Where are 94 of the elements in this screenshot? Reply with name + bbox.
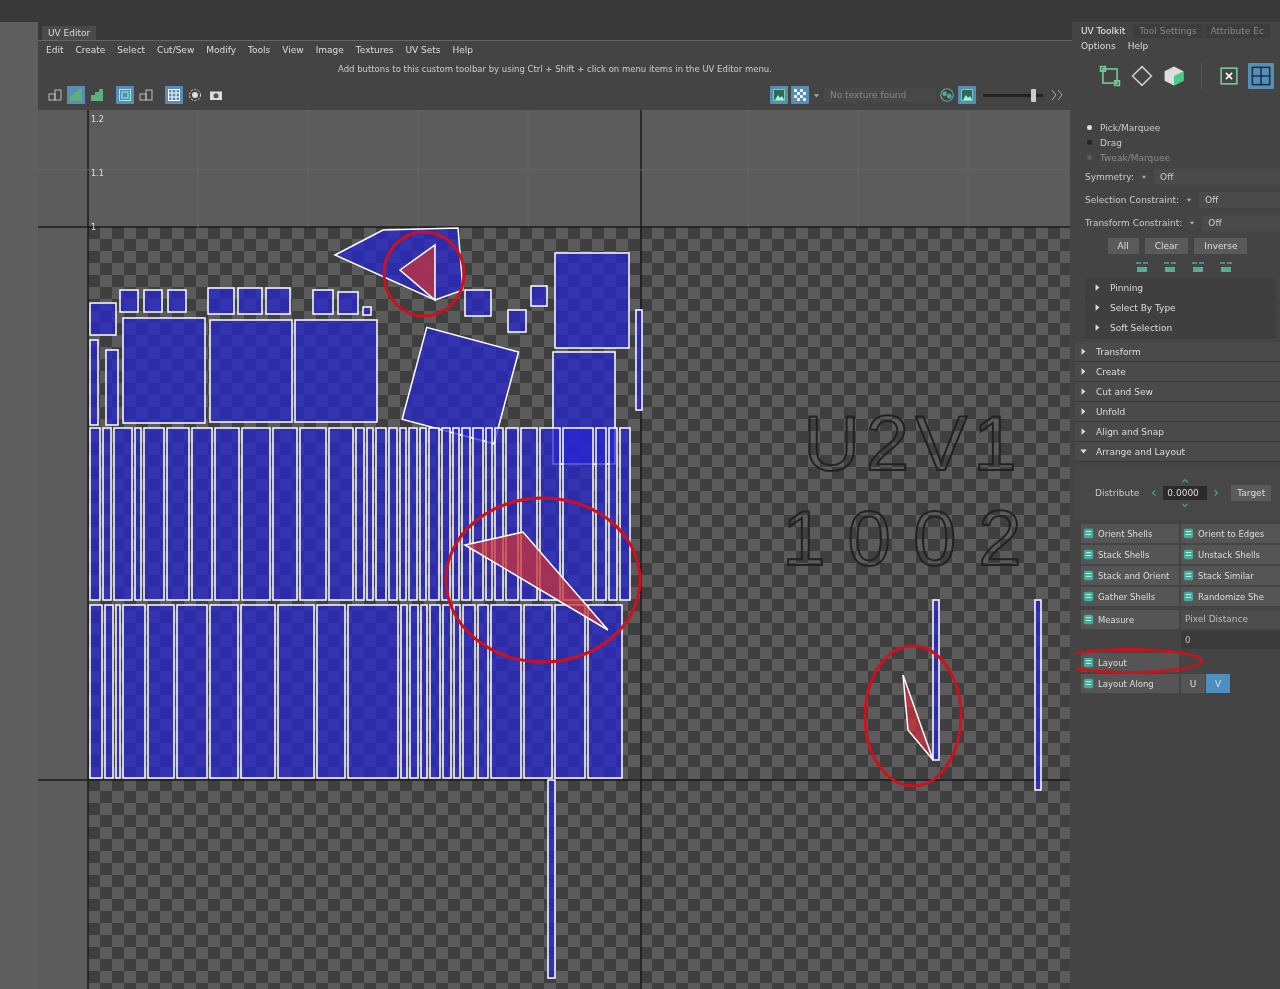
section-header[interactable]: Align and Snap — [1075, 422, 1280, 442]
chevron-down-icon[interactable] — [1180, 500, 1191, 510]
panel-tab[interactable]: UV Editor — [42, 25, 97, 40]
cube-icon[interactable] — [1163, 65, 1185, 87]
tool-button[interactable]: Orient Shells — [1081, 524, 1179, 543]
shell-icon — [1082, 590, 1095, 603]
field-label: Transform Constraint: — [1085, 217, 1183, 228]
menu-item[interactable]: Edit — [46, 44, 64, 55]
shell-icon — [1082, 569, 1095, 582]
section-header[interactable]: Soft Selection — [1085, 318, 1276, 338]
circle-icon[interactable] — [188, 88, 202, 103]
tool-button[interactable]: Orient to Edges — [1181, 524, 1280, 543]
diamond-icon[interactable] — [1131, 65, 1153, 87]
axis-label: 1.2 — [91, 115, 104, 124]
dropdown[interactable]: Off — [1202, 214, 1280, 231]
toolbar-hint: Add buttons to this custom toolbar by using Ctrl + Shift + click on menu items in the UV Editor menu. — [338, 64, 772, 75]
tool-button[interactable]: Stack Shells — [1081, 545, 1179, 564]
field-label: Symmetry: — [1085, 171, 1135, 182]
radio-label: Pick/Marquee — [1100, 122, 1161, 133]
section-header[interactable]: Cut and Sew — [1075, 382, 1280, 402]
shell-icon — [1082, 677, 1095, 690]
dropdown[interactable]: Off — [1199, 191, 1280, 208]
select-button[interactable]: All — [1107, 238, 1139, 254]
menu-item[interactable]: Tools — [248, 44, 271, 55]
tile-number: 1002 — [782, 494, 1044, 582]
checker-icon[interactable] — [793, 88, 807, 103]
tool-button[interactable]: Measure — [1081, 610, 1179, 629]
shell-icon — [1082, 527, 1095, 540]
menu-item[interactable]: Textures — [355, 44, 394, 55]
frame-icon[interactable] — [118, 88, 132, 103]
radio-button[interactable] — [1087, 125, 1092, 130]
shell-icon — [1082, 656, 1095, 669]
chevron-up-icon[interactable] — [1180, 476, 1191, 486]
radio-label: Drag — [1100, 137, 1122, 148]
section-header[interactable]: Create — [1075, 362, 1280, 382]
radio-button[interactable] — [1087, 140, 1092, 145]
shaded-grid-icon[interactable] — [90, 88, 104, 103]
vertex-icon[interactable] — [1099, 65, 1121, 87]
field-label: Distribute — [1095, 488, 1140, 498]
menu-item[interactable]: Help — [452, 44, 474, 55]
menu-item[interactable]: View — [282, 44, 304, 55]
dropdown[interactable]: Off — [1154, 168, 1280, 185]
menu-item[interactable]: UV Sets — [405, 44, 441, 55]
tool-button[interactable]: Randomize She — [1181, 587, 1280, 606]
menu-item[interactable]: Cut/Sew — [157, 44, 195, 55]
shell-icon — [1082, 613, 1095, 626]
radio-label: Tweak/Marquee — [1100, 152, 1170, 163]
align-icon[interactable] — [1219, 260, 1233, 274]
menu-item[interactable]: Modify — [206, 44, 237, 55]
section-header[interactable]: Transform — [1075, 342, 1280, 362]
menu-item[interactable]: Options — [1081, 41, 1116, 51]
shell-icon — [1182, 548, 1195, 561]
image-icon[interactable] — [772, 88, 786, 103]
image-icon[interactable] — [960, 88, 974, 103]
grid-icon[interactable] — [167, 88, 181, 103]
axis-label: 1 — [91, 223, 97, 232]
section-header[interactable]: Pinning — [1085, 278, 1276, 298]
tool-button[interactable]: Stack Similar — [1181, 566, 1280, 585]
dropdown[interactable]: Pixel Distance — [1181, 610, 1280, 629]
grid-icon[interactable] — [48, 88, 62, 103]
section-header[interactable]: Arrange and Layout — [1075, 442, 1280, 462]
menu-item[interactable]: Help — [1127, 41, 1149, 51]
shell-icon — [1182, 527, 1195, 540]
grid-icon[interactable] — [139, 88, 153, 103]
align-icon[interactable] — [1135, 260, 1149, 274]
uv-frame-icon[interactable] — [1218, 65, 1240, 87]
tool-button[interactable]: Unstack Shells — [1181, 545, 1280, 564]
toggle-button[interactable]: U — [1181, 674, 1205, 693]
value-field[interactable]: 0 — [1181, 631, 1280, 649]
menu-item[interactable]: Image — [315, 44, 344, 55]
align-icon[interactable] — [1191, 260, 1205, 274]
tool-button[interactable]: Stack and Orient — [1081, 566, 1179, 585]
shell-icon — [1182, 569, 1195, 582]
shell-icon — [1182, 590, 1195, 603]
select-button[interactable]: Inverse — [1194, 238, 1248, 254]
shell-icon — [1082, 548, 1095, 561]
select-button[interactable]: Clear — [1144, 238, 1189, 254]
double-arrow-icon[interactable] — [1050, 88, 1064, 103]
uv-grid-icon[interactable] — [1250, 65, 1272, 87]
slider-thumb[interactable] — [1031, 88, 1036, 102]
tool-button[interactable]: Layout Along — [1081, 674, 1179, 693]
tile-label: U2V1 — [803, 399, 1023, 487]
menu-item[interactable]: Select — [117, 44, 146, 55]
align-icon[interactable] — [1163, 260, 1177, 274]
section-header[interactable]: Select By Type — [1085, 298, 1276, 318]
tool-button[interactable]: Gather Shells — [1081, 587, 1179, 606]
menu-item[interactable]: Create — [75, 44, 106, 55]
target-button[interactable]: Target — [1231, 485, 1272, 501]
section-header[interactable]: Unfold — [1075, 402, 1280, 422]
field-label: Selection Constraint: — [1085, 194, 1180, 205]
tool-button[interactable]: Layout — [1081, 653, 1179, 672]
axis-label: 1.1 — [91, 169, 104, 178]
rgb-icon[interactable] — [939, 87, 955, 104]
number-field[interactable]: 0.0000 — [1163, 486, 1208, 500]
